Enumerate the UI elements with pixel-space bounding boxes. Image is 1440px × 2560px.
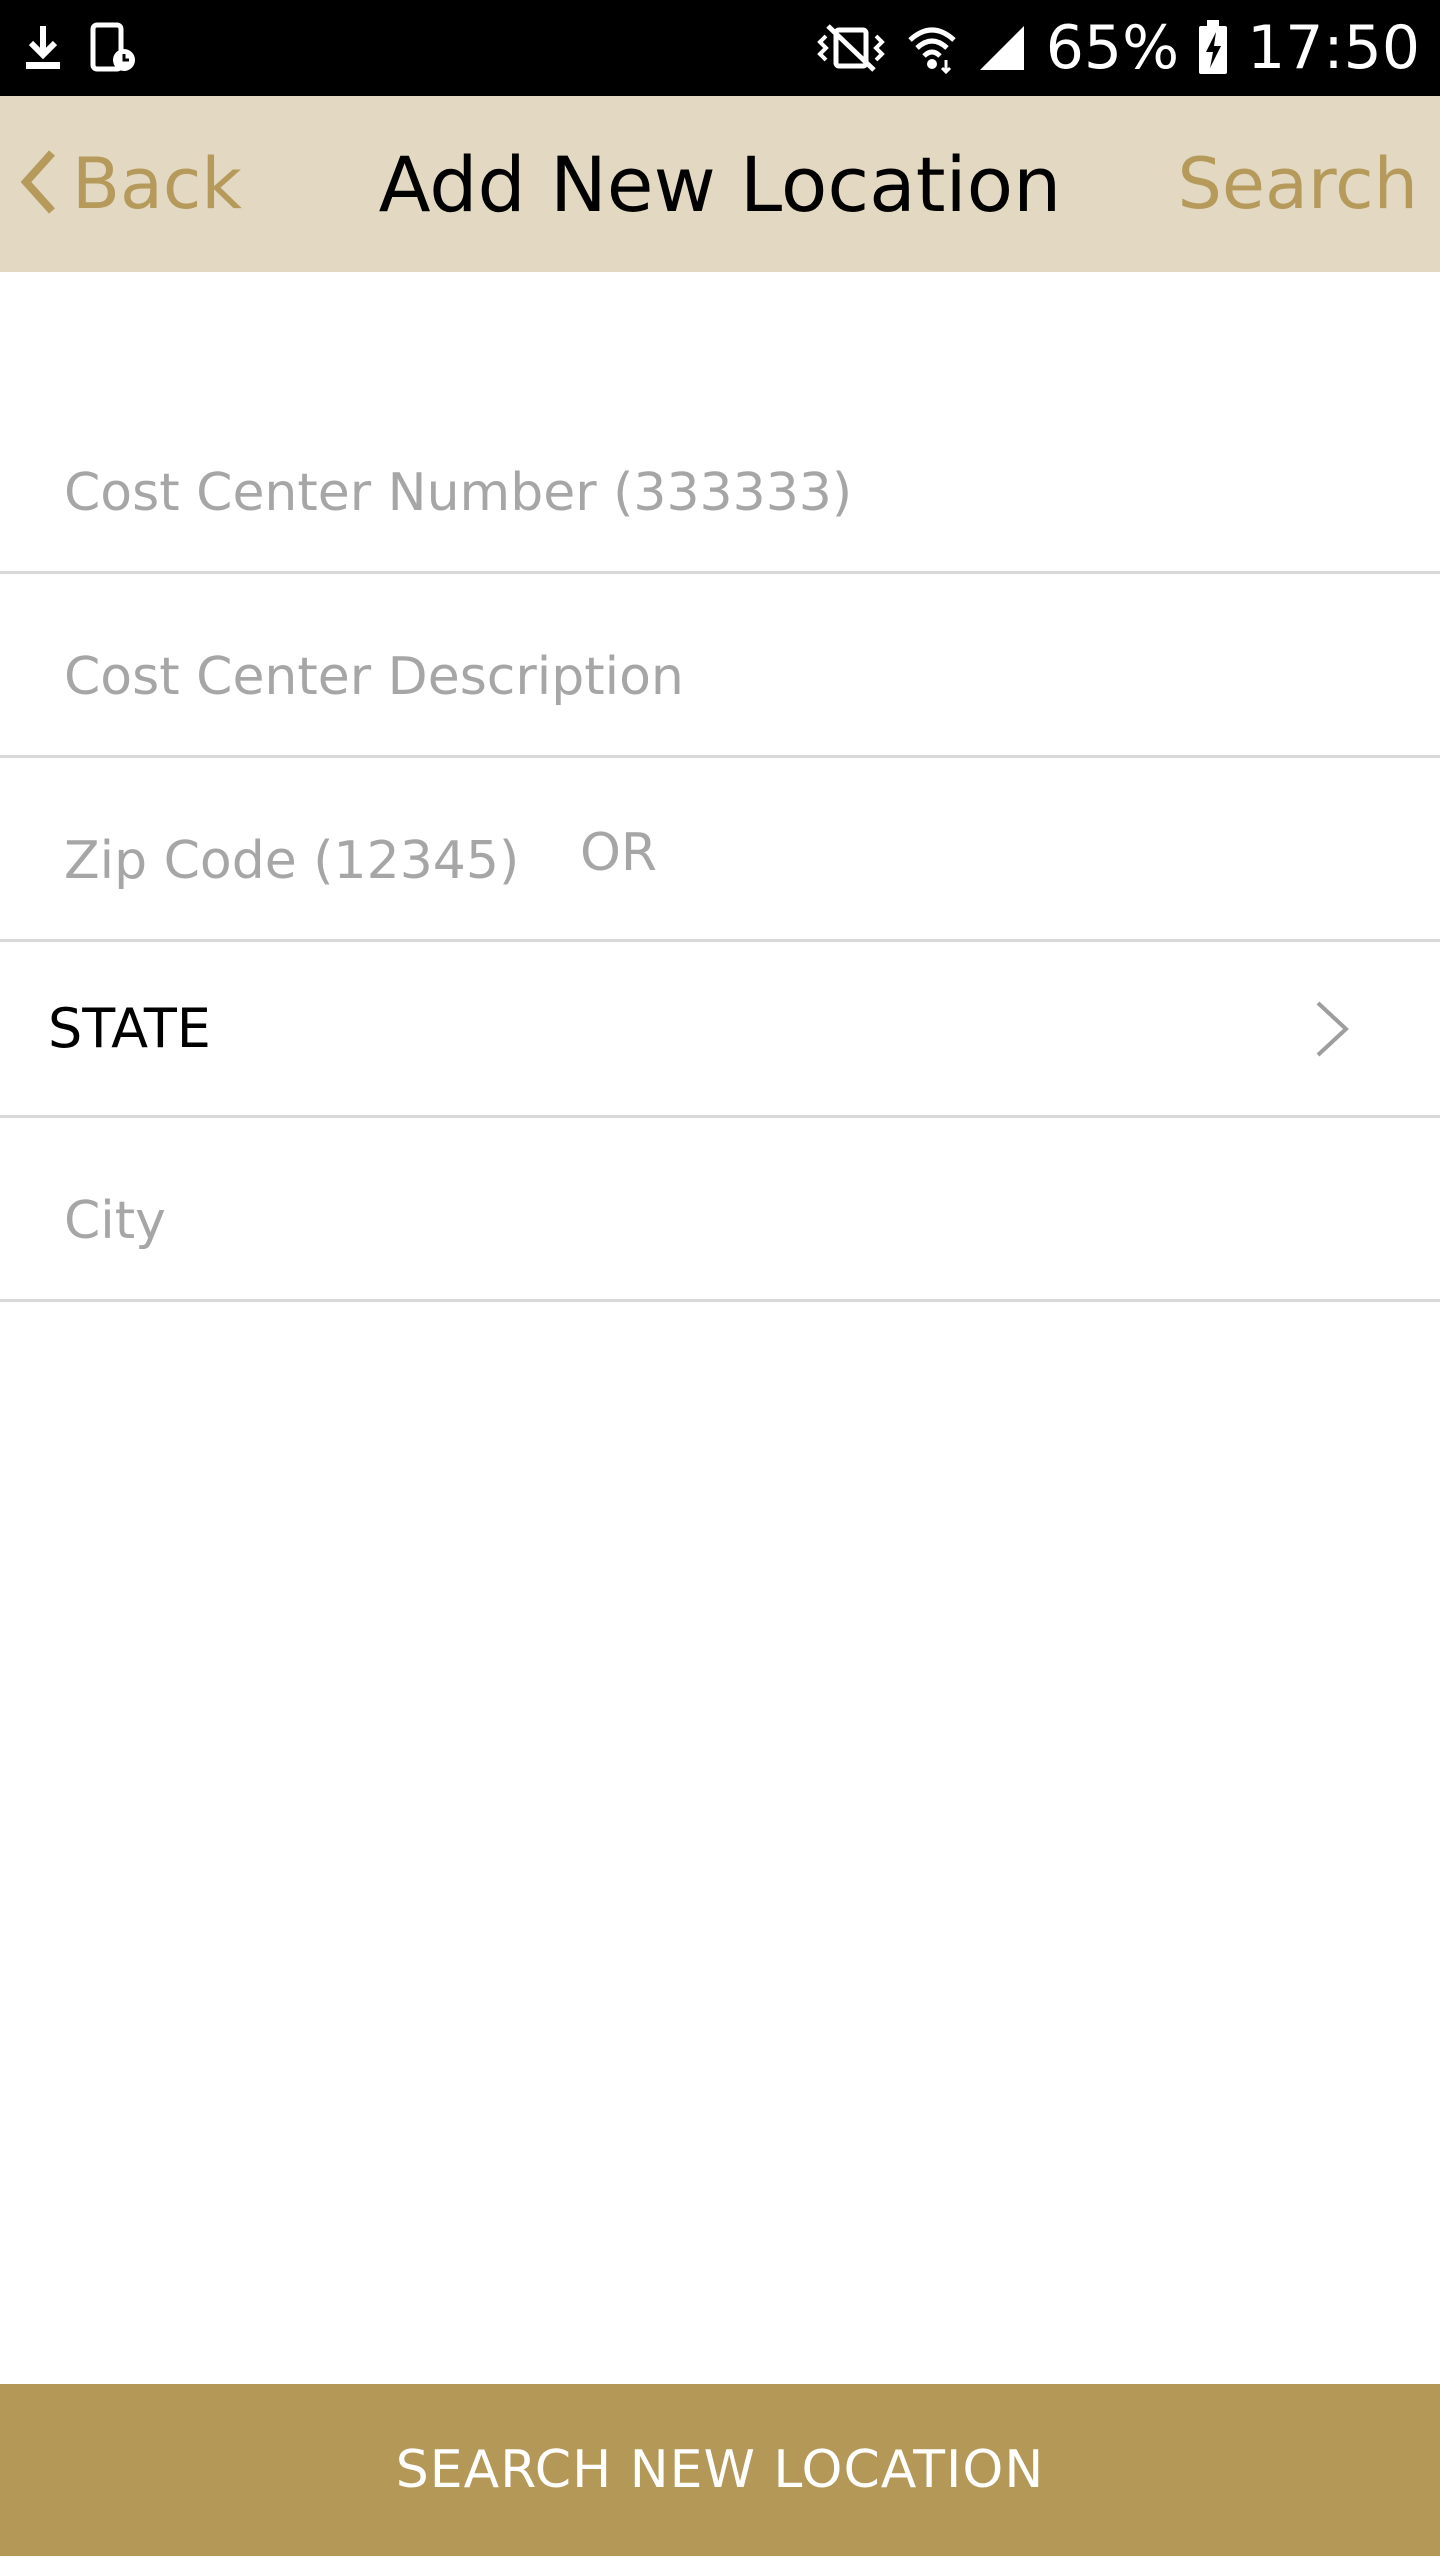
zip-code-input[interactable] (64, 831, 524, 891)
or-label: OR (580, 823, 658, 883)
clock: 17:50 (1247, 13, 1420, 83)
battery-percent: 65% (1045, 13, 1180, 83)
screen-timer-icon (90, 22, 138, 74)
search-new-location-button[interactable]: SEARCH NEW LOCATION (0, 2384, 1440, 2556)
back-button[interactable]: Back (18, 96, 242, 272)
search-button[interactable]: Search (1178, 96, 1419, 272)
city-row (0, 1118, 1440, 1302)
zip-code-row: OR (0, 758, 1440, 942)
status-bar: 65% 17:50 (0, 0, 1440, 96)
city-input[interactable] (64, 1191, 1364, 1251)
download-icon (22, 24, 64, 72)
back-label: Back (72, 143, 242, 225)
chevron-right-icon (1312, 942, 1352, 1115)
state-selector[interactable]: STATE (0, 942, 1440, 1118)
cost-center-number-row (0, 272, 1440, 574)
status-right-icons: 65% 17:50 (814, 0, 1420, 96)
cost-center-description-input[interactable] (64, 647, 1364, 707)
status-left-icons (22, 0, 138, 96)
battery-charging-icon (1197, 20, 1229, 76)
nav-bar: Add New Location Back Search (0, 96, 1440, 272)
chevron-left-icon (18, 149, 58, 219)
wifi-icon (906, 22, 958, 74)
vibrate-mute-icon (814, 22, 888, 74)
state-label: STATE (48, 997, 211, 1060)
app-screen: 65% 17:50 Add New Location Back Search C… (0, 0, 1440, 2560)
cost-center-description-row (0, 574, 1440, 758)
cost-center-number-input[interactable] (64, 463, 1364, 523)
signal-icon (976, 22, 1028, 74)
